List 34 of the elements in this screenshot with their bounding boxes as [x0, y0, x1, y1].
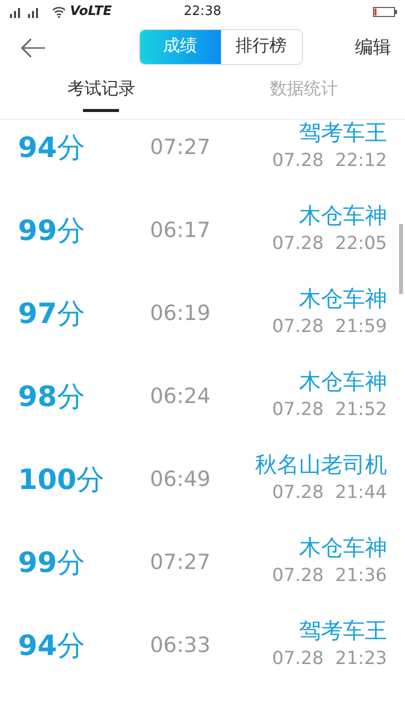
user-name: 驾考车王	[299, 120, 387, 148]
record-date: 07.28 21:36	[272, 564, 387, 588]
duration: 06:17	[150, 216, 211, 244]
score: 99分	[18, 544, 86, 580]
duration: 06:19	[150, 300, 211, 327]
score: 98分	[18, 378, 86, 414]
record-date: 07.28 21:44	[272, 481, 387, 506]
edit-link[interactable]: 编辑	[355, 34, 391, 60]
score: 97分	[18, 296, 86, 332]
network-label: VoLTE	[70, 3, 112, 22]
score: 94分	[18, 628, 86, 664]
score: 94分	[18, 130, 86, 166]
user-name: 秋名山老司机	[255, 452, 387, 480]
user-name: 木仓车神	[299, 204, 387, 230]
status-time: 22:38	[182, 3, 222, 22]
record-date: 07.28 22:12	[272, 149, 387, 174]
score: 99分	[18, 212, 86, 248]
duration: 06:33	[150, 632, 211, 659]
record-date: 07.28 21:59	[272, 315, 387, 340]
duration: 07:27	[150, 548, 211, 576]
duration: 07:27	[150, 134, 211, 161]
tab[interactable]: 考试记录	[0, 70, 202, 119]
user-name: 驾考车王	[299, 618, 387, 646]
scrollbar-thumb	[399, 224, 403, 294]
user-name: 木仓车神	[299, 536, 387, 562]
record-date: 07.28 22:05	[272, 232, 387, 256]
duration: 06:49	[150, 466, 211, 493]
record-date: 07.28 21:52	[272, 398, 387, 422]
user-name: 木仓车神	[299, 370, 387, 396]
user-name: 木仓车神	[299, 286, 387, 314]
score: 100分	[18, 462, 106, 498]
record-date: 07.28 21:23	[272, 647, 387, 672]
tab-underline	[83, 108, 120, 112]
duration: 06:24	[150, 382, 211, 410]
